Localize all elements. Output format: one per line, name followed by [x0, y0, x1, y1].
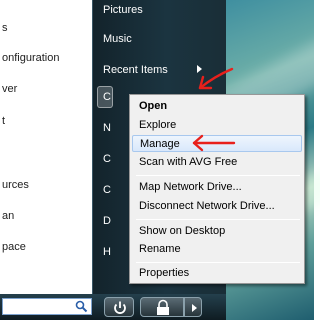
places-item-help[interactable]: H — [103, 242, 111, 262]
places-item-default-programs[interactable]: D — [103, 211, 111, 231]
shutdown-options-button[interactable] — [184, 297, 202, 317]
search-input[interactable] — [2, 298, 92, 315]
start-menu-bottom-bar — [0, 294, 226, 320]
places-item-control-panel[interactable]: C — [103, 149, 111, 169]
places-item-computer[interactable]: C — [103, 87, 111, 107]
start-menu-programs-pane: s onfiguration ver t urces an pace — [0, 0, 92, 294]
context-item-disconnect-network-drive[interactable]: Disconnect Network Drive... — [132, 198, 302, 215]
context-item-open[interactable]: Open — [132, 98, 302, 115]
program-item[interactable]: an — [2, 207, 92, 225]
context-item-scan-avg[interactable]: Scan with AVG Free — [132, 154, 302, 171]
menu-separator — [136, 175, 300, 176]
program-item[interactable]: onfiguration — [2, 49, 92, 67]
search-icon[interactable] — [75, 300, 88, 313]
program-item[interactable]: pace — [2, 238, 92, 256]
power-button[interactable] — [104, 297, 134, 317]
program-item[interactable]: ver — [2, 80, 92, 98]
program-item[interactable]: urces — [2, 176, 92, 194]
lock-button[interactable] — [140, 297, 184, 317]
context-item-show-on-desktop[interactable]: Show on Desktop — [132, 223, 302, 240]
power-icon — [114, 301, 126, 314]
places-item-pictures[interactable]: Pictures — [103, 0, 143, 20]
program-item[interactable]: s — [2, 19, 92, 37]
annotation-arrow-manage — [192, 134, 236, 152]
menu-separator — [136, 219, 300, 220]
places-item-connect-to[interactable]: C — [103, 180, 111, 200]
menu-separator — [136, 262, 300, 263]
context-item-properties[interactable]: Properties — [132, 265, 302, 282]
places-item-music[interactable]: Music — [103, 29, 132, 49]
program-item[interactable]: t — [2, 112, 92, 130]
arrow-right-icon — [192, 304, 197, 312]
lock-icon — [157, 299, 169, 315]
context-item-map-network-drive[interactable]: Map Network Drive... — [132, 179, 302, 196]
context-item-rename[interactable]: Rename — [132, 241, 302, 258]
places-item-network[interactable]: N — [103, 118, 111, 138]
annotation-arrow-computer — [198, 67, 234, 90]
computer-context-menu: Open Explore Manage Scan with AVG Free M… — [129, 94, 305, 284]
places-item-recent-items[interactable]: Recent Items — [103, 60, 168, 80]
